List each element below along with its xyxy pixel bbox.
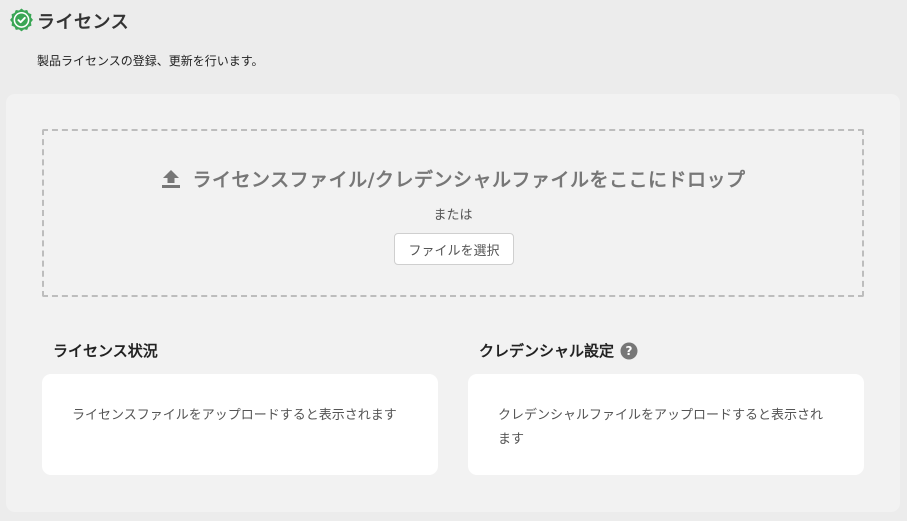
- credential-settings-message: クレデンシャルファイルをアップロードすると表示されます: [498, 408, 824, 447]
- license-status-title: ライセンス状況: [53, 340, 158, 361]
- file-dropzone[interactable]: ライセンスファイル/クレデンシャルファイルをここにドロップ または ファイルを選…: [42, 129, 864, 297]
- select-file-button[interactable]: ファイルを選択: [394, 233, 514, 265]
- dropzone-prompt: ライセンスファイル/クレデンシャルファイルをここにドロップ: [44, 165, 862, 192]
- license-status-card: ライセンスファイルをアップロードすると表示されます: [42, 374, 438, 475]
- question-circle-icon[interactable]: ?: [620, 342, 638, 360]
- main-panel: ライセンスファイル/クレデンシャルファイルをここにドロップ または ファイルを選…: [6, 94, 900, 512]
- check-badge-icon: [10, 8, 33, 32]
- dropzone-or-text: または: [433, 208, 473, 223]
- credential-settings-title: クレデンシャル設定 ?: [479, 340, 638, 361]
- credential-settings-title-text: クレデンシャル設定: [479, 342, 615, 360]
- license-page: ライセンス 製品ライセンスの登録、更新を行います。 ライセンスファイル/クレデン…: [0, 0, 907, 521]
- license-status-title-text: ライセンス状況: [53, 342, 158, 360]
- upload-icon: [162, 169, 181, 188]
- page-subtitle: 製品ライセンスの登録、更新を行います。: [37, 54, 264, 68]
- svg-text:?: ?: [626, 344, 633, 358]
- page-header: ライセンス: [8, 7, 129, 34]
- dropzone-text: ライセンスファイル/クレデンシャルファイルをここにドロップ: [192, 169, 746, 191]
- credential-settings-card: クレデンシャルファイルをアップロードすると表示されます: [468, 374, 864, 475]
- page-title: ライセンス: [37, 11, 130, 33]
- license-status-message: ライセンスファイルをアップロードすると表示されます: [72, 408, 397, 423]
